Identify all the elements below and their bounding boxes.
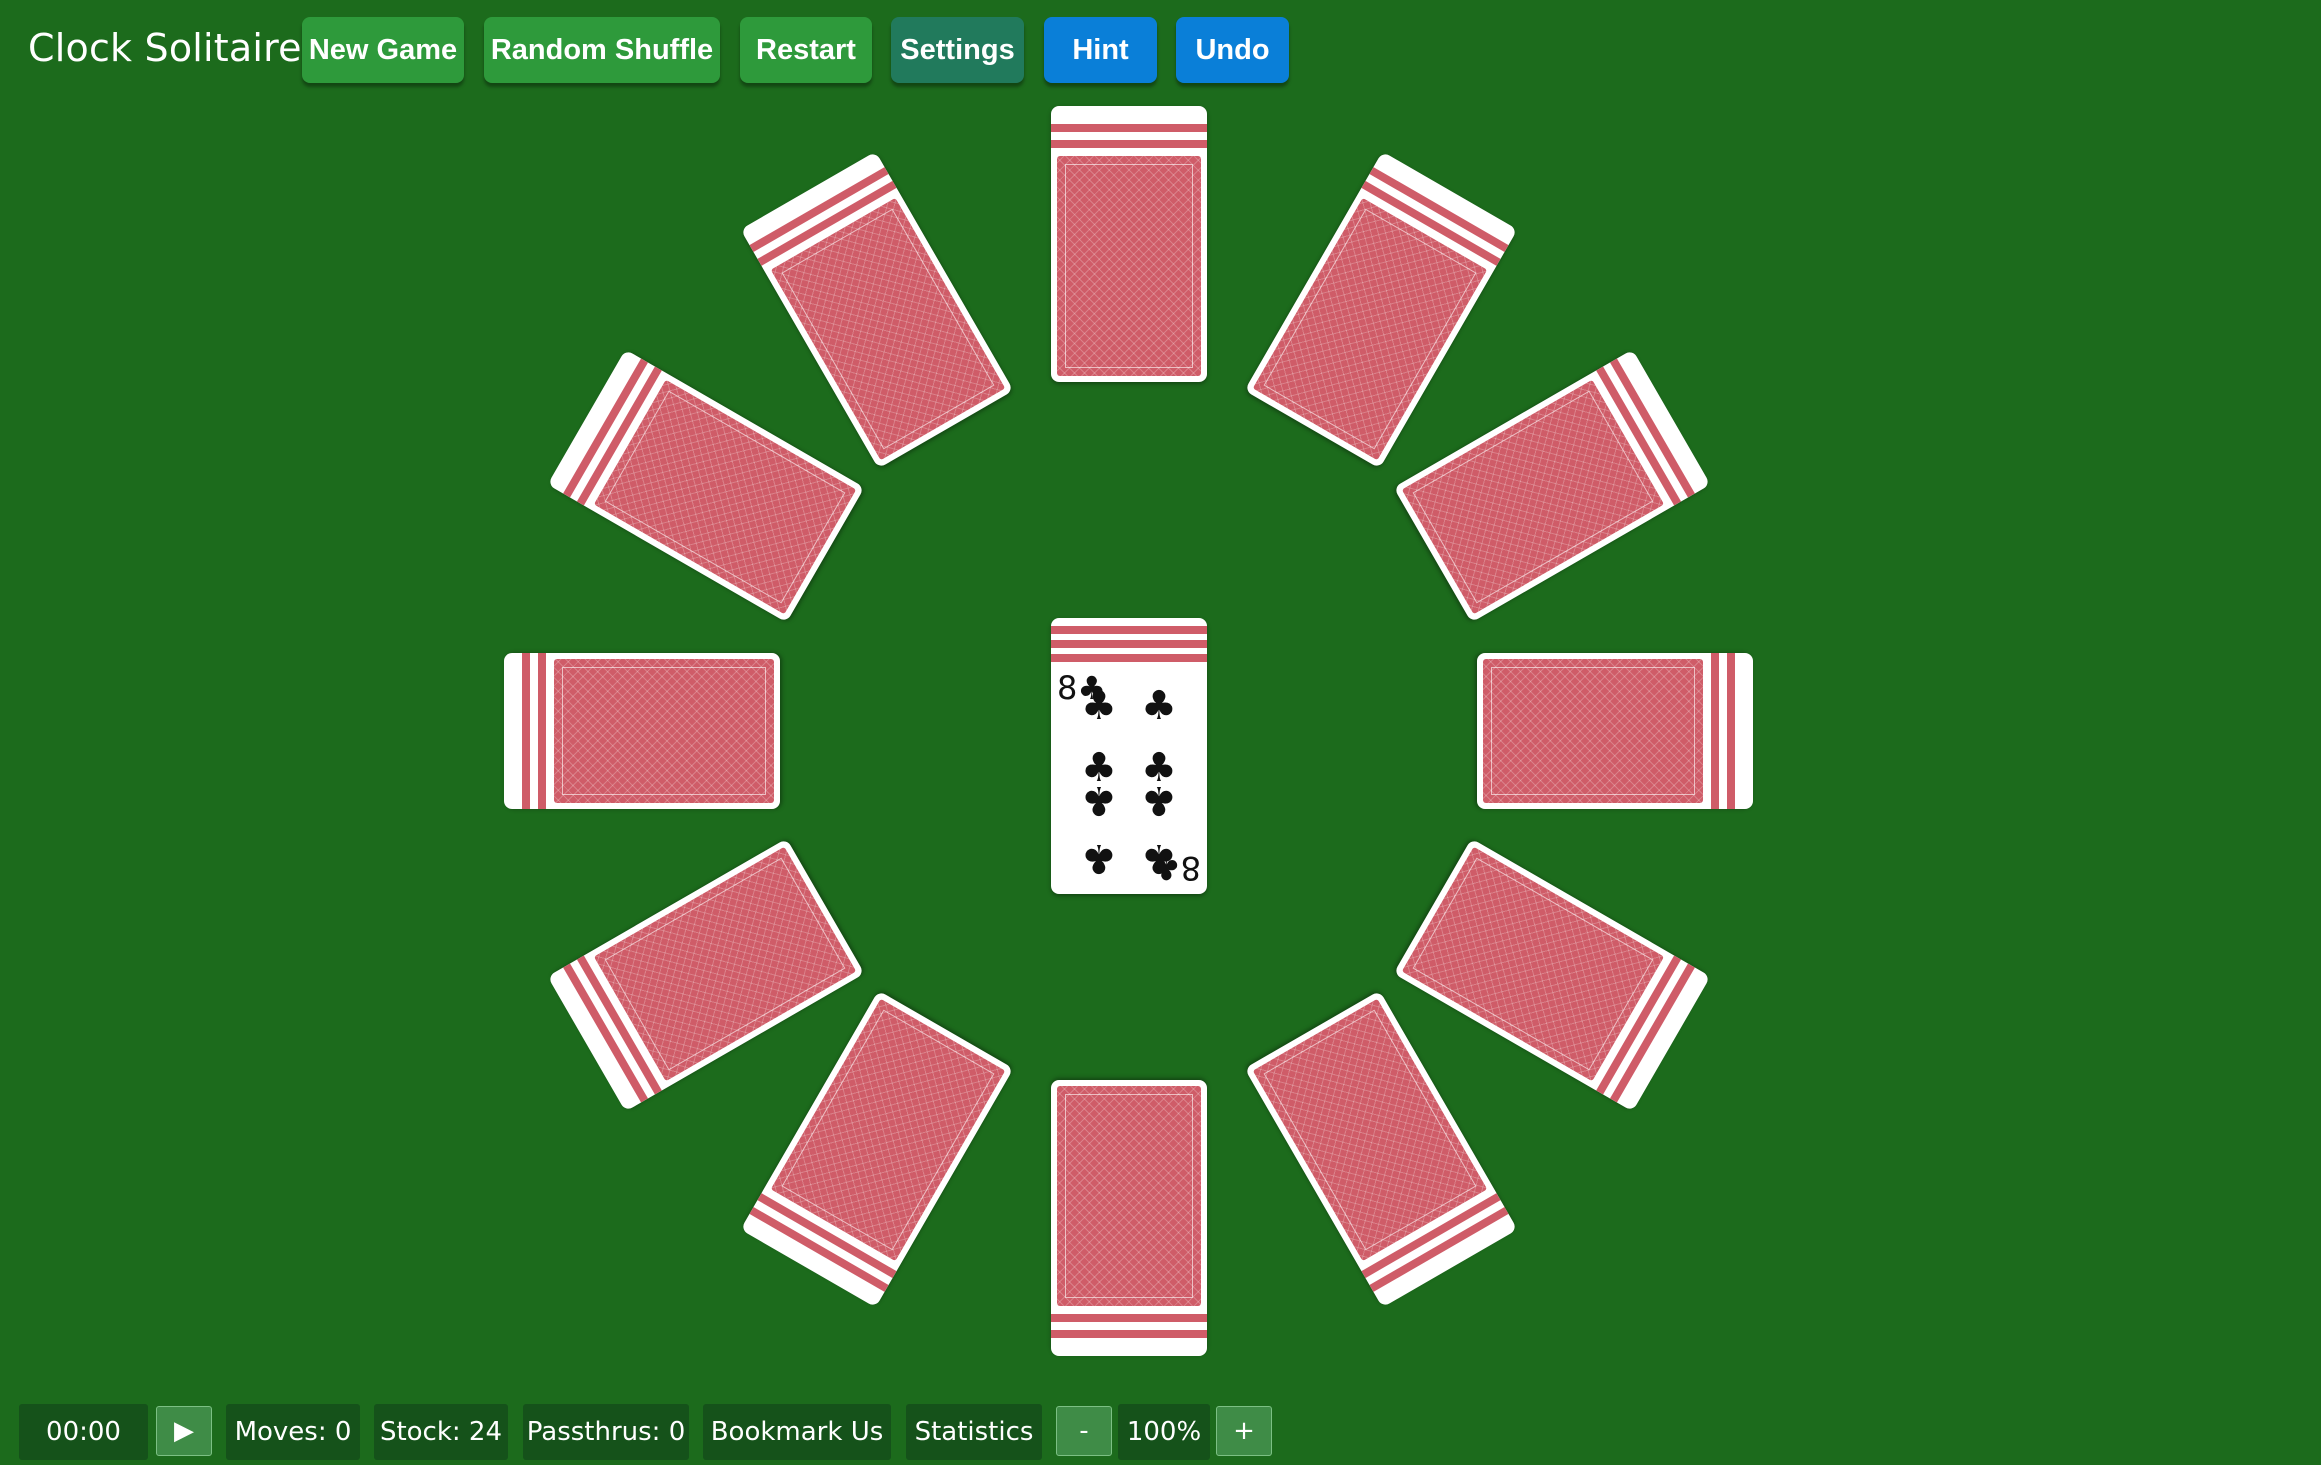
statistics-button[interactable]: Statistics	[906, 1404, 1042, 1460]
timer: 00:00	[19, 1404, 148, 1460]
stock-counter: Stock: 24	[374, 1404, 508, 1460]
pile-12[interactable]	[1051, 106, 1207, 382]
hint-button[interactable]: Hint	[1044, 17, 1157, 83]
undo-button[interactable]: Undo	[1176, 17, 1289, 83]
pile-11[interactable]	[740, 151, 1014, 469]
pile-10[interactable]	[547, 349, 865, 623]
zoom-out-button[interactable]: -	[1056, 1406, 1112, 1456]
settings-button[interactable]: Settings	[891, 17, 1024, 83]
moves-counter: Moves: 0	[226, 1404, 360, 1460]
zoom-level: 100%	[1118, 1404, 1210, 1460]
status-bar: 00:00 ▶ Moves: 0 Stock: 24 Passthrus: 0 …	[0, 1390, 2321, 1465]
center-pile[interactable]: 8♣ ♣ ♣ ♣ ♣ ♣ ♣ ♣ ♣ 8♣	[1051, 618, 1207, 894]
club-pip: ♣	[1081, 777, 1117, 823]
bookmark-button[interactable]: Bookmark Us	[703, 1404, 891, 1460]
pile-6[interactable]	[1051, 1080, 1207, 1356]
pile-5[interactable]	[1244, 990, 1518, 1308]
face-up-card[interactable]: 8♣ ♣ ♣ ♣ ♣ ♣ ♣ ♣ ♣ 8♣	[1057, 668, 1201, 888]
pile-7[interactable]	[740, 990, 1014, 1308]
zoom-in-button[interactable]: +	[1216, 1406, 1272, 1456]
pile-3[interactable]	[1477, 653, 1753, 809]
pile-2[interactable]	[1393, 349, 1711, 623]
new-game-button[interactable]: New Game	[302, 17, 464, 83]
restart-button[interactable]: Restart	[740, 17, 872, 83]
club-pip: ♣	[1141, 683, 1177, 729]
app-title: Clock Solitaire	[28, 26, 302, 70]
club-pip: ♣	[1081, 683, 1117, 729]
card-corner-bottom: 8♣	[1151, 849, 1201, 887]
top-toolbar: Clock Solitaire New Game Random Shuffle …	[0, 0, 2321, 100]
pile-9[interactable]	[504, 653, 780, 809]
club-pip: ♣	[1141, 777, 1177, 823]
random-shuffle-button[interactable]: Random Shuffle	[484, 17, 720, 83]
club-pip: ♣	[1081, 835, 1117, 881]
passthrus-counter: Passthrus: 0	[523, 1404, 689, 1460]
play-button[interactable]: ▶	[156, 1406, 212, 1456]
clock-table: 8♣ ♣ ♣ ♣ ♣ ♣ ♣ ♣ ♣ 8♣	[0, 100, 2321, 1390]
pile-1[interactable]	[1244, 151, 1518, 469]
play-icon: ▶	[174, 1416, 194, 1446]
pile-8[interactable]	[547, 838, 865, 1112]
pile-4[interactable]	[1393, 838, 1711, 1112]
